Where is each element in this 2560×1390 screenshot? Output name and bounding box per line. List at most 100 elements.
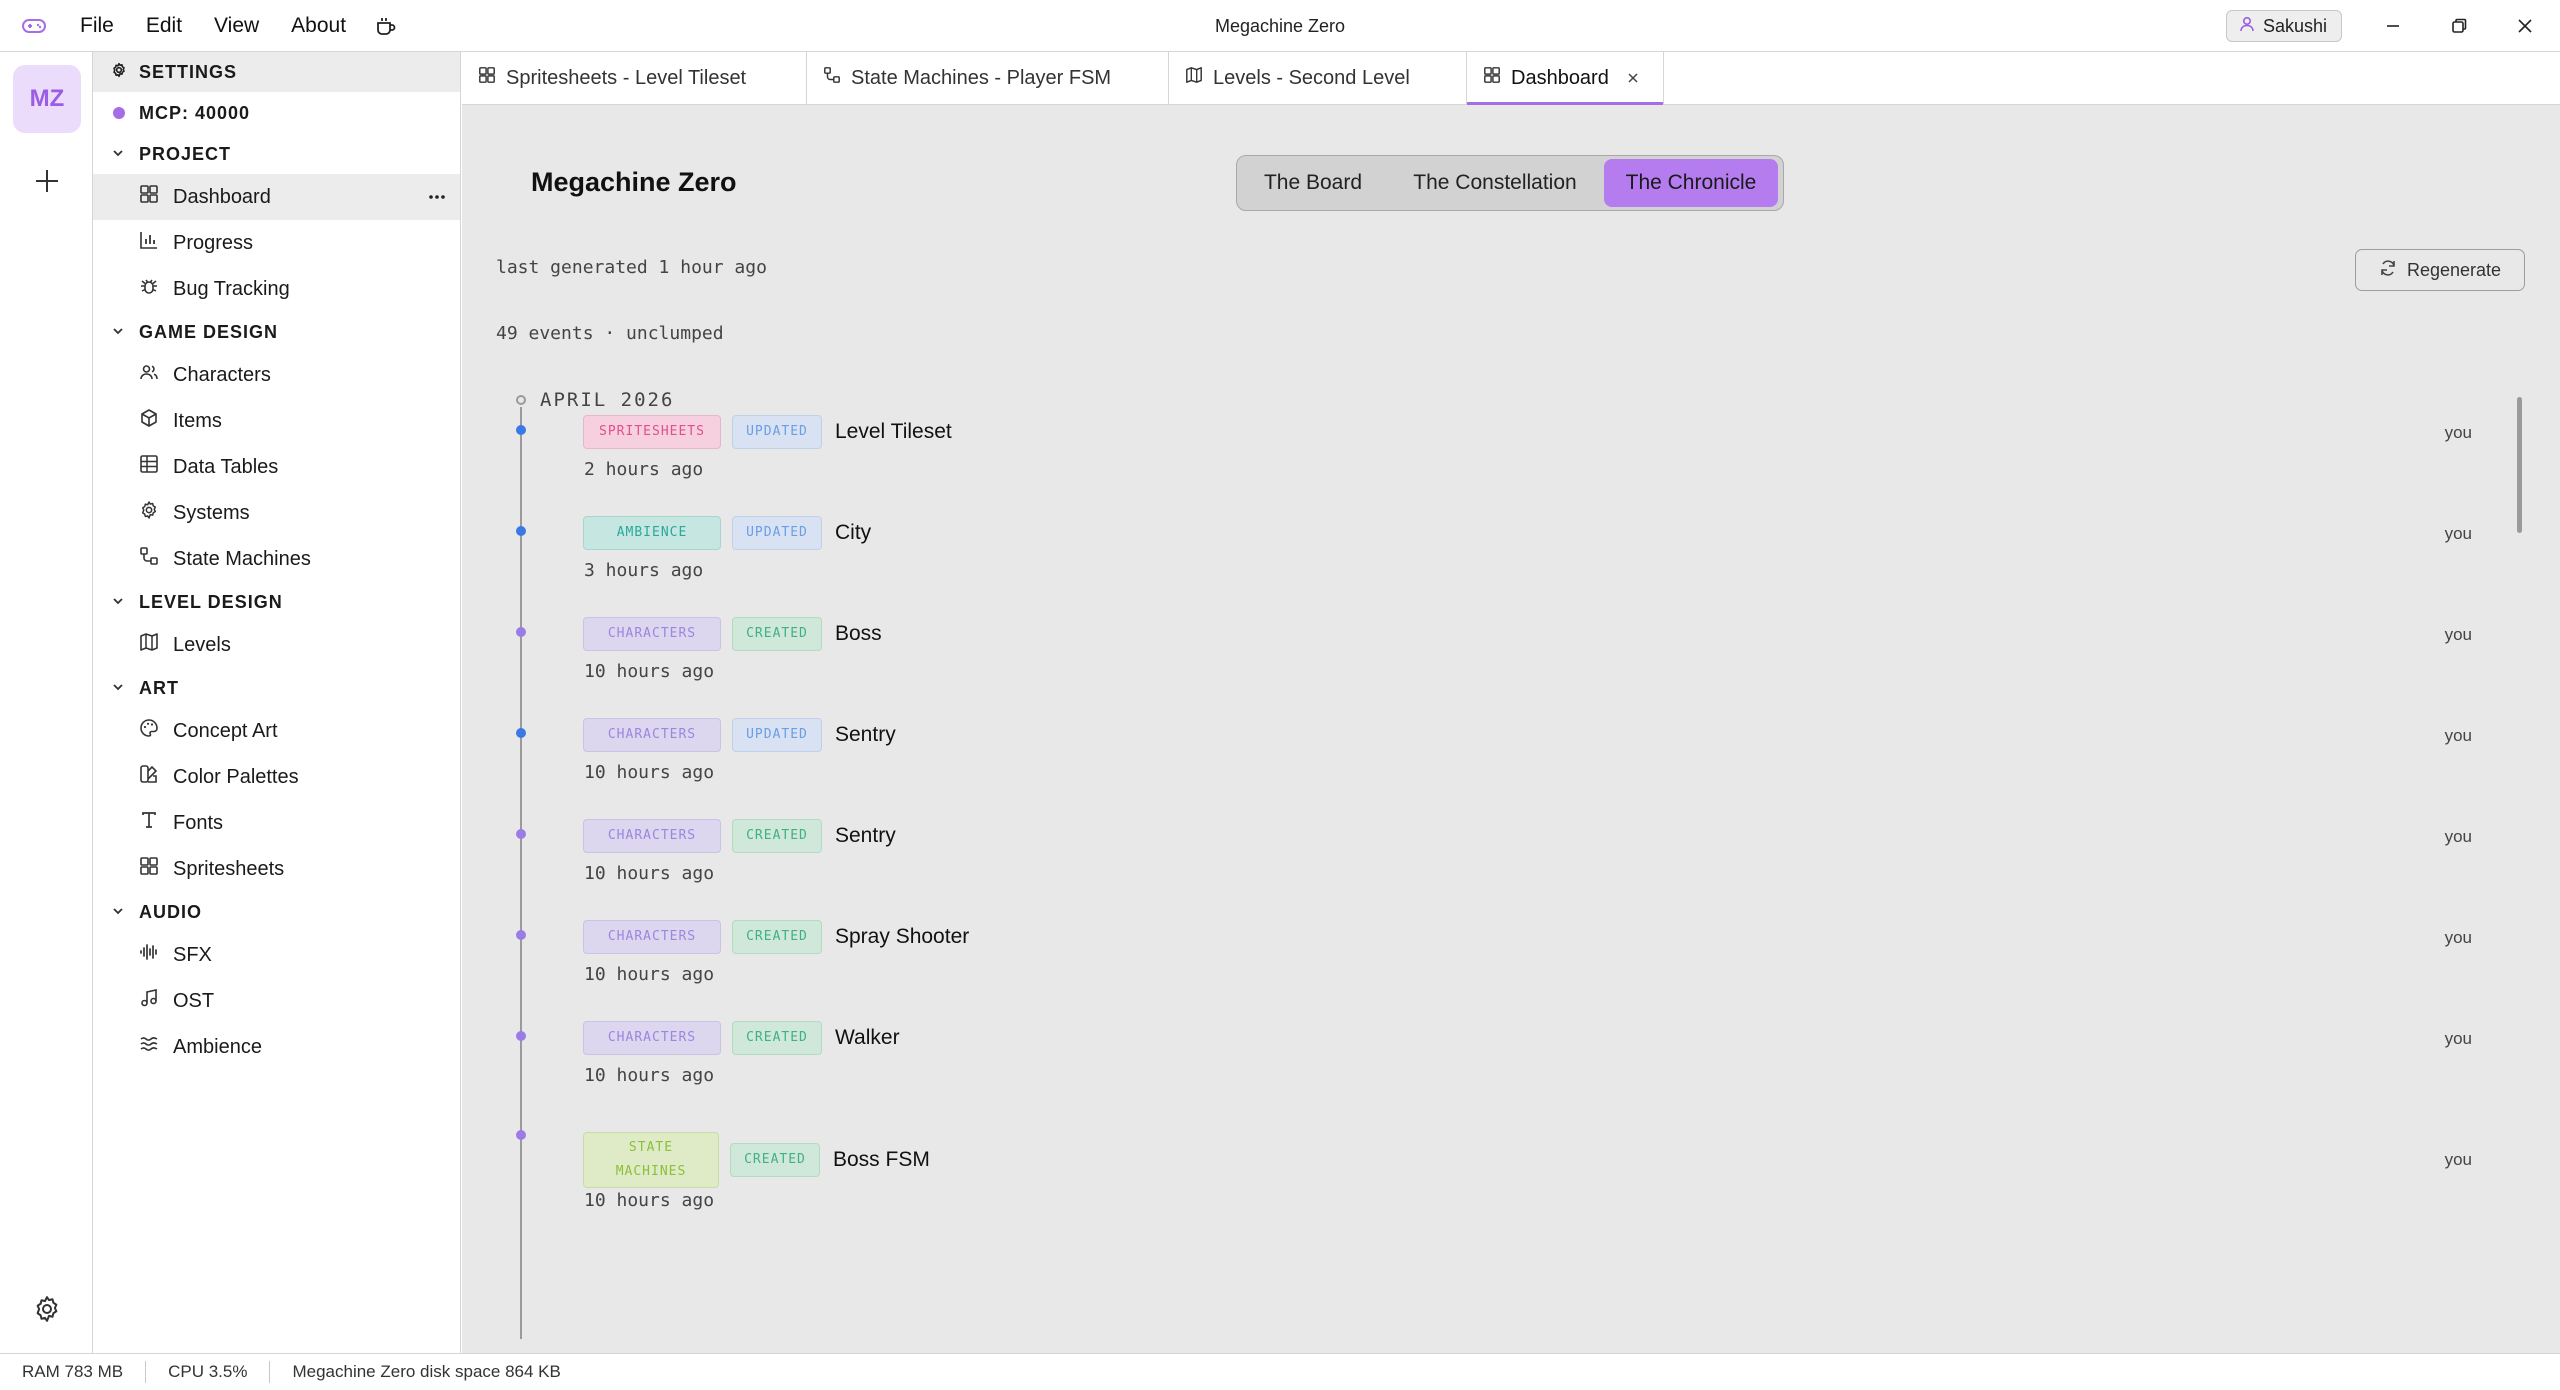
event-name[interactable]: Spray Shooter [835, 925, 969, 949]
more-options-icon[interactable] [428, 174, 446, 220]
event-author: you [2444, 423, 2472, 442]
regenerate-label: Regenerate [2406, 259, 2502, 280]
event-marker [516, 526, 526, 536]
timeline-event[interactable]: CHARACTERS CREATED Sentry 10 hours ago you [502, 819, 2502, 919]
view-the-chronicle[interactable]: The Chronicle [1604, 159, 1778, 207]
section-art[interactable]: ART [93, 668, 460, 708]
event-author: you [2444, 827, 2472, 846]
grid-icon [139, 856, 159, 882]
event-marker [516, 627, 526, 637]
timeline-event[interactable]: SPRITESHEETS UPDATED Level Tileset 2 hours … [502, 415, 2502, 515]
minimize-icon [2387, 25, 2399, 27]
event-marker [516, 829, 526, 839]
sidebar-item-sfx[interactable]: SFX [93, 932, 460, 978]
section-level-design[interactable]: LEVEL DESIGN [93, 582, 460, 622]
sidebar-item-fonts[interactable]: Fonts [93, 800, 460, 846]
type-icon [139, 810, 159, 836]
event-badges: CHARACTERS CREATED Walker [583, 1021, 900, 1055]
tab-spritesheets-level-tileset[interactable]: Spritesheets - Level Tileset [462, 52, 807, 104]
restore-icon [2452, 18, 2467, 33]
cpu-usage: CPU 3.5% [146, 1361, 271, 1383]
tab-dashboard[interactable]: Dashboard [1467, 52, 1664, 105]
menu-view[interactable]: View [198, 0, 275, 52]
sidebar-settings[interactable]: SETTINGS [93, 52, 460, 92]
sidebar-item-label: Concept Art [173, 719, 278, 742]
menu-file[interactable]: File [64, 0, 130, 52]
sidebar-item-label: Data Tables [173, 455, 279, 478]
minimize-button[interactable] [2360, 0, 2426, 52]
status-dot [113, 107, 125, 119]
event-name[interactable]: Boss FSM [833, 1148, 930, 1172]
sidebar-item-data-tables[interactable]: Data Tables [93, 444, 460, 490]
sidebar-item-items[interactable]: Items [93, 398, 460, 444]
sidebar-item-label: Fonts [173, 811, 224, 834]
regenerate-button[interactable]: Regenerate [2355, 249, 2525, 291]
view-the-constellation[interactable]: The Constellation [1386, 159, 1604, 207]
scrollbar-thumb[interactable] [2517, 397, 2522, 533]
timeline-scrollbar[interactable] [2515, 383, 2523, 1343]
timeline-event[interactable]: CHARACTERS UPDATED Sentry 10 hours ago you [502, 718, 2502, 818]
view-the-board[interactable]: The Board [1240, 159, 1386, 207]
section-game-design[interactable]: GAME DESIGN [93, 312, 460, 352]
sidebar-item-ambience[interactable]: Ambience [93, 1024, 460, 1070]
timeline-event[interactable]: AMBIENCE UPDATED City 3 hours ago you [502, 516, 2502, 616]
tab-levels-second-level[interactable]: Levels - Second Level [1169, 52, 1467, 104]
section-audio[interactable]: AUDIO [93, 892, 460, 932]
sidebar-item-characters[interactable]: Characters [93, 352, 460, 398]
rail-settings-button[interactable] [22, 1284, 72, 1334]
action-badge: UPDATED [732, 718, 822, 752]
restore-button[interactable] [2426, 0, 2492, 52]
event-badges: SPRITESHEETS UPDATED Level Tileset [583, 415, 952, 449]
close-tab-icon[interactable] [1627, 67, 1639, 90]
event-name[interactable]: Boss [835, 622, 882, 646]
event-name[interactable]: Sentry [835, 824, 896, 848]
close-window-button[interactable] [2492, 0, 2558, 52]
event-name[interactable]: City [835, 521, 871, 545]
section-project[interactable]: PROJECT [93, 134, 460, 174]
timeline-event[interactable]: CHARACTERS CREATED Walker 10 hours ago you [502, 1021, 2502, 1121]
event-badges: AMBIENCE UPDATED City [583, 516, 871, 550]
sidebar-item-concept-art[interactable]: Concept Art [93, 708, 460, 754]
sidebar-item-spritesheets[interactable]: Spritesheets [93, 846, 460, 892]
event-author: you [2444, 524, 2472, 543]
timeline-event[interactable]: CHARACTERS CREATED Boss 10 hours ago you [502, 617, 2502, 717]
sidebar-item-bug-tracking[interactable]: Bug Tracking [93, 266, 460, 312]
sidebar: SETTINGS MCP: 40000 PROJECT Dashboard Pr… [93, 52, 461, 1353]
sidebar-item-progress[interactable]: Progress [93, 220, 460, 266]
add-project-button[interactable] [22, 156, 72, 206]
sidebar-item-label: Systems [173, 501, 250, 524]
event-name[interactable]: Walker [835, 1026, 900, 1050]
section-label: AUDIO [139, 901, 202, 922]
menu-about[interactable]: About [275, 0, 362, 52]
tab-label: Spritesheets - Level Tileset [506, 66, 747, 89]
user-icon [2239, 16, 2255, 37]
action-badge: CREATED [730, 1143, 820, 1177]
sidebar-item-label: Progress [173, 231, 254, 254]
plus-icon [36, 170, 58, 192]
timeline-event[interactable]: STATE MACHINES CREATED Boss FSM 10 hours ag… [502, 1130, 2502, 1232]
sidebar-item-ost[interactable]: OST [93, 978, 460, 1024]
tab-state-machines-player-fsm[interactable]: State Machines - Player FSM [807, 52, 1169, 104]
event-time: 3 hours ago [584, 560, 704, 581]
action-badge: CREATED [732, 819, 822, 853]
sidebar-item-dashboard[interactable]: Dashboard [93, 174, 460, 220]
chevron-down-icon [111, 592, 125, 613]
timeline-event[interactable]: CHARACTERS CREATED Spray Shooter 10 hours a… [502, 920, 2502, 1020]
coffee-icon[interactable] [366, 0, 406, 52]
event-name[interactable]: Sentry [835, 723, 896, 747]
action-badge: CREATED [732, 1021, 822, 1055]
sidebar-item-label: SFX [173, 943, 212, 966]
user-button[interactable]: Sakushi [2226, 10, 2343, 42]
tab-label: Dashboard [1511, 66, 1609, 89]
category-badge: CHARACTERS [583, 819, 721, 853]
sidebar-item-systems[interactable]: Systems [93, 490, 460, 536]
gamepad-icon[interactable] [14, 0, 54, 52]
sidebar-item-state-machines[interactable]: State Machines [93, 536, 460, 582]
project-avatar[interactable]: MZ [13, 65, 81, 133]
event-name[interactable]: Level Tileset [835, 420, 952, 444]
sidebar-item-levels[interactable]: Levels [93, 622, 460, 668]
sidebar-item-color-palettes[interactable]: Color Palettes [93, 754, 460, 800]
swatch-icon [139, 764, 159, 790]
section-label: PROJECT [139, 143, 232, 164]
menu-edit[interactable]: Edit [130, 0, 198, 52]
